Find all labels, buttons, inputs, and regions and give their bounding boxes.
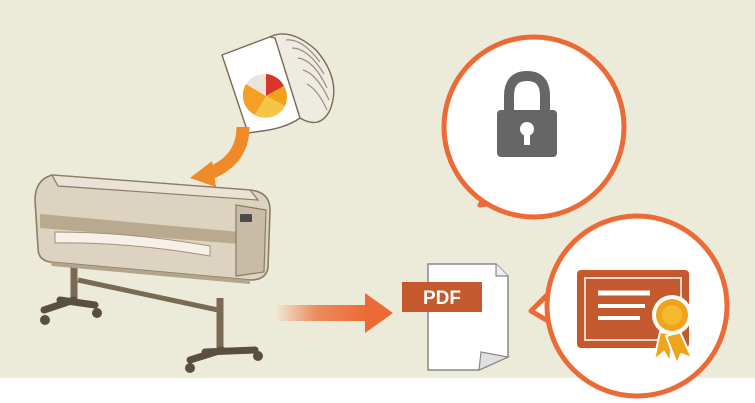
scan-output-arrow-icon [275, 293, 393, 333]
encryption-bubble [441, 34, 627, 220]
large-format-printer-icon [34, 174, 271, 373]
curved-arrow-icon [190, 126, 250, 187]
illustration: PDF [0, 0, 755, 403]
illustration-canvas: PDF [34, 33, 730, 399]
pdf-document-icon: PDF [402, 263, 511, 371]
certificate-bubble [528, 213, 730, 399]
control-panel-screen [240, 214, 252, 222]
document-with-pie-chart-icon [221, 33, 335, 134]
pdf-badge-label: PDF [423, 288, 461, 309]
